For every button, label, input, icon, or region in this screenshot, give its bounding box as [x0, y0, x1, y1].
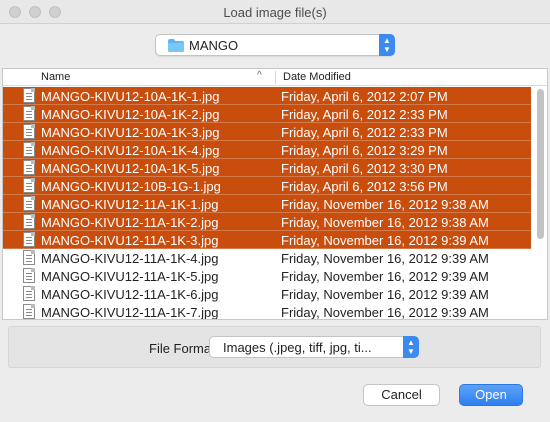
file-name: MANGO-KIVU12-10A-1K-1.jpg — [41, 89, 220, 104]
title-bar: Load image file(s) — [0, 0, 550, 24]
file-rows: MANGO-KIVU12-10A-1K-1.jpg Friday, April 6… — [3, 87, 531, 320]
file-row[interactable]: MANGO-KIVU12-10A-1K-3.jpg Friday, April 6… — [3, 123, 531, 141]
file-name: MANGO-KIVU12-11A-1K-6.jpg — [41, 287, 219, 302]
file-date-modified: Friday, November 16, 2012 9:39 AM — [281, 305, 489, 320]
column-divider[interactable] — [275, 71, 276, 84]
image-file-icon — [23, 250, 35, 265]
file-date-modified: Friday, April 6, 2012 3:56 PM — [281, 179, 448, 194]
folder-path-popup[interactable]: MANGO ▲ ▼ — [155, 34, 395, 56]
window-title: Load image file(s) — [223, 5, 327, 20]
image-file-icon — [23, 178, 35, 193]
file-name: MANGO-KIVU12-11A-1K-7.jpg — [41, 305, 219, 320]
file-name: MANGO-KIVU12-11A-1K-2.jpg — [41, 215, 219, 230]
file-format-value: Images (.jpeg, tiff, jpg, ti... — [223, 340, 372, 355]
file-row[interactable]: MANGO-KIVU12-10B-1G-1.jpg Friday, April 6… — [3, 177, 531, 195]
file-date-modified: Friday, November 16, 2012 9:39 AM — [281, 269, 489, 284]
scrollbar-thumb[interactable] — [537, 89, 544, 239]
file-name: MANGO-KIVU12-11A-1K-3.jpg — [41, 233, 219, 248]
vertical-scrollbar[interactable] — [536, 89, 545, 315]
file-list[interactable]: Name ^ Date Modified MANGO-KIVU12-10A-1K… — [2, 68, 548, 320]
file-row[interactable]: MANGO-KIVU12-11A-1K-4.jpg Friday, Novembe… — [3, 249, 531, 267]
file-row[interactable]: MANGO-KIVU12-11A-1K-6.jpg Friday, Novembe… — [3, 285, 531, 303]
image-file-icon — [23, 88, 35, 103]
file-row[interactable]: MANGO-KIVU12-10A-1K-1.jpg Friday, April 6… — [3, 87, 531, 105]
cancel-button[interactable]: Cancel — [363, 384, 440, 406]
image-file-icon — [23, 268, 35, 283]
image-file-icon — [23, 232, 35, 247]
file-name: MANGO-KIVU12-10A-1K-5.jpg — [41, 161, 220, 176]
file-format-label: File Format: — [149, 341, 219, 356]
sort-ascending-icon: ^ — [257, 70, 262, 81]
chevron-updown-icon: ▲ ▼ — [403, 336, 419, 358]
file-row[interactable]: MANGO-KIVU12-11A-1K-7.jpg Friday, Novembe… — [3, 303, 531, 320]
image-file-icon — [23, 106, 35, 121]
file-date-modified: Friday, April 6, 2012 2:33 PM — [281, 125, 448, 140]
chevron-updown-icon: ▲ ▼ — [379, 34, 395, 56]
file-date-modified: Friday, April 6, 2012 3:30 PM — [281, 161, 448, 176]
file-row[interactable]: MANGO-KIVU12-11A-1K-1.jpg Friday, Novembe… — [3, 195, 531, 213]
column-header-date-modified[interactable]: Date Modified — [283, 71, 351, 83]
folder-icon — [168, 39, 184, 52]
image-file-icon — [23, 124, 35, 139]
image-file-icon — [23, 196, 35, 211]
file-row[interactable]: MANGO-KIVU12-10A-1K-5.jpg Friday, April 6… — [3, 159, 531, 177]
file-row[interactable]: MANGO-KIVU12-10A-1K-4.jpg Friday, April 6… — [3, 141, 531, 159]
column-header-row: Name ^ Date Modified — [3, 69, 547, 86]
file-row[interactable]: MANGO-KIVU12-11A-1K-2.jpg Friday, Novembe… — [3, 213, 531, 231]
file-date-modified: Friday, November 16, 2012 9:38 AM — [281, 215, 489, 230]
file-date-modified: Friday, November 16, 2012 9:39 AM — [281, 287, 489, 302]
file-date-modified: Friday, April 6, 2012 2:07 PM — [281, 89, 448, 104]
file-name: MANGO-KIVU12-11A-1K-5.jpg — [41, 269, 219, 284]
file-row[interactable]: MANGO-KIVU12-11A-1K-5.jpg Friday, Novembe… — [3, 267, 531, 285]
file-name: MANGO-KIVU12-10A-1K-2.jpg — [41, 107, 220, 122]
file-name: MANGO-KIVU12-11A-1K-4.jpg — [41, 251, 219, 266]
file-date-modified: Friday, April 6, 2012 2:33 PM — [281, 107, 448, 122]
open-button[interactable]: Open — [459, 384, 523, 406]
file-date-modified: Friday, November 16, 2012 9:39 AM — [281, 251, 489, 266]
file-date-modified: Friday, November 16, 2012 9:38 AM — [281, 197, 489, 212]
file-row[interactable]: MANGO-KIVU12-11A-1K-3.jpg Friday, Novembe… — [3, 231, 531, 249]
file-name: MANGO-KIVU12-11A-1K-1.jpg — [41, 197, 219, 212]
image-file-icon — [23, 286, 35, 301]
folder-path-label: MANGO — [189, 38, 239, 53]
file-format-bar: File Format: Images (.jpeg, tiff, jpg, t… — [8, 326, 541, 368]
file-date-modified: Friday, November 16, 2012 9:39 AM — [281, 233, 489, 248]
file-name: MANGO-KIVU12-10B-1G-1.jpg — [41, 179, 221, 194]
file-name: MANGO-KIVU12-10A-1K-3.jpg — [41, 125, 220, 140]
image-file-icon — [23, 160, 35, 175]
image-file-icon — [23, 214, 35, 229]
image-file-icon — [23, 304, 35, 319]
file-row[interactable]: MANGO-KIVU12-10A-1K-2.jpg Friday, April 6… — [3, 105, 531, 123]
column-header-name[interactable]: Name — [41, 71, 70, 83]
image-file-icon — [23, 142, 35, 157]
file-format-popup[interactable]: Images (.jpeg, tiff, jpg, ti... ▲ ▼ — [209, 336, 419, 358]
file-name: MANGO-KIVU12-10A-1K-4.jpg — [41, 143, 220, 158]
file-date-modified: Friday, April 6, 2012 3:29 PM — [281, 143, 448, 158]
